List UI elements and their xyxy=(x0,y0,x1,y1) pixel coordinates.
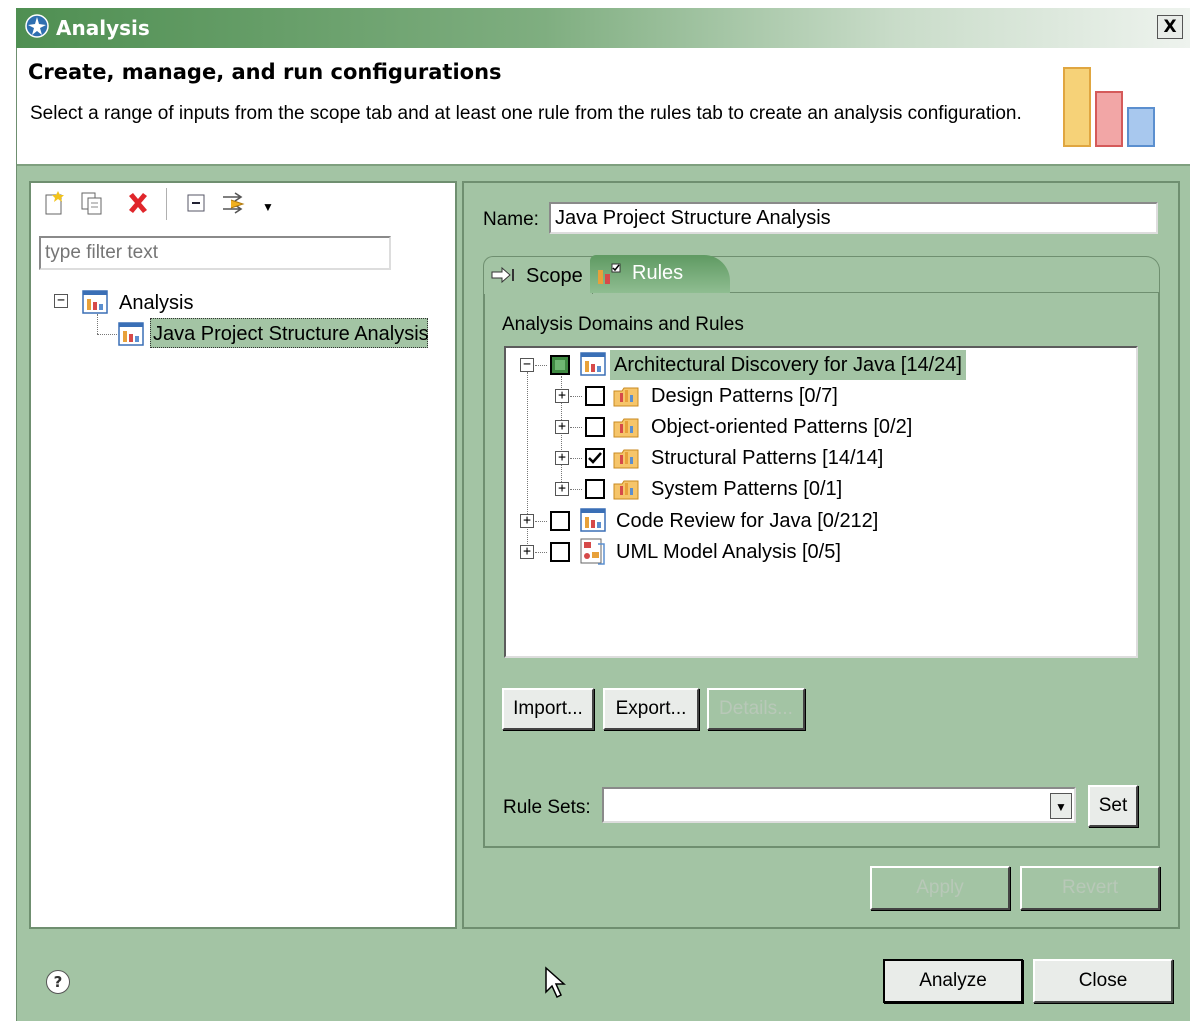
folder-category-icon xyxy=(612,383,642,415)
rule-architectural-discovery[interactable]: Architectural Discovery for Java [14/24] xyxy=(614,354,962,377)
rule-sets-combo[interactable] xyxy=(602,787,1076,823)
domain-icon xyxy=(580,508,606,538)
title-bar[interactable] xyxy=(16,8,1190,48)
tab-scope[interactable]: Scope xyxy=(483,256,593,294)
details-button[interactable]: Details... xyxy=(707,688,805,730)
tree-line xyxy=(570,427,582,428)
expand-design-patterns-toggle[interactable]: + xyxy=(555,389,569,403)
scope-arrow-icon xyxy=(490,265,516,291)
delete-icon[interactable] xyxy=(125,190,151,216)
code-review-checkbox[interactable] xyxy=(550,511,570,531)
tree-line xyxy=(570,489,582,490)
mouse-cursor-icon xyxy=(544,966,566,1006)
object-oriented-patterns-checkbox[interactable] xyxy=(585,417,605,437)
tree-item-java-project-structure-analysis[interactable]: Java Project Structure Analysis xyxy=(153,323,429,346)
rule-structural-patterns[interactable]: Structural Patterns [14/14] xyxy=(651,447,883,470)
expand-uml-model-analysis-toggle[interactable]: + xyxy=(520,545,534,559)
view-menu-icon[interactable]: ▼ xyxy=(262,200,274,214)
domain-icon xyxy=(580,352,606,382)
close-window-button[interactable]: X xyxy=(1157,15,1183,39)
analysis-type-icon xyxy=(82,290,108,320)
design-patterns-checkbox[interactable] xyxy=(585,386,605,406)
filter-input[interactable] xyxy=(39,236,391,270)
tree-line xyxy=(535,365,547,366)
analysis-app-icon xyxy=(24,13,50,39)
bar-chart-banner-icon xyxy=(1062,58,1162,150)
tab-scope-label: Scope xyxy=(526,265,583,287)
tree-line xyxy=(535,521,547,522)
apply-button[interactable]: Apply xyxy=(870,866,1010,910)
uml-model-analysis-checkbox[interactable] xyxy=(550,542,570,562)
name-label: Name: xyxy=(483,209,539,230)
rule-design-patterns[interactable]: Design Patterns [0/7] xyxy=(651,385,838,408)
tree-line xyxy=(97,334,117,335)
tab-strip-border xyxy=(700,256,1160,293)
configuration-icon xyxy=(118,322,144,352)
close-button[interactable]: Close xyxy=(1033,959,1173,1003)
import-button[interactable]: Import... xyxy=(502,688,594,730)
name-field[interactable] xyxy=(549,202,1158,234)
revert-button[interactable]: Revert xyxy=(1020,866,1160,910)
architectural-discovery-checkbox[interactable] xyxy=(550,355,570,375)
tree-line xyxy=(535,552,547,553)
set-button[interactable]: Set xyxy=(1088,785,1138,827)
folder-category-icon xyxy=(612,476,642,508)
toolbar-separator xyxy=(166,188,167,220)
folder-category-icon xyxy=(612,445,642,477)
collapse-architectural-discovery-toggle[interactable]: − xyxy=(520,358,534,372)
window-title: Analysis xyxy=(56,16,150,40)
help-icon[interactable]: ? xyxy=(46,970,70,994)
rule-uml-model-analysis[interactable]: UML Model Analysis [0/5] xyxy=(616,541,841,564)
expand-object-oriented-patterns-toggle[interactable]: + xyxy=(555,420,569,434)
banner-message: Select a range of inputs from the scope … xyxy=(30,103,1022,124)
analyze-button[interactable]: Analyze xyxy=(883,959,1023,1003)
analysis-domains-label: Analysis Domains and Rules xyxy=(502,314,744,335)
tree-line xyxy=(570,396,582,397)
banner-title: Create, manage, and run configurations xyxy=(28,60,502,84)
expand-code-review-toggle[interactable]: + xyxy=(520,514,534,528)
rule-sets-label: Rule Sets: xyxy=(503,797,591,818)
tree-line xyxy=(570,458,582,459)
collapse-analysis-toggle[interactable]: − xyxy=(54,294,68,308)
rule-object-oriented-patterns[interactable]: Object-oriented Patterns [0/2] xyxy=(651,416,912,439)
chevron-down-icon[interactable]: ▼ xyxy=(1050,793,1072,819)
export-button[interactable]: Export... xyxy=(603,688,699,730)
collapse-all-icon[interactable] xyxy=(184,190,210,216)
rule-code-review[interactable]: Code Review for Java [0/212] xyxy=(616,510,878,533)
tree-line xyxy=(97,314,98,334)
rules-icon xyxy=(596,262,622,292)
tab-rules-label: Rules xyxy=(632,262,684,284)
rule-system-patterns[interactable]: System Patterns [0/1] xyxy=(651,478,842,501)
uml-model-icon xyxy=(580,538,606,572)
duplicate-icon[interactable] xyxy=(79,190,105,216)
filter-icon[interactable] xyxy=(221,190,247,216)
tree-root-analysis[interactable]: Analysis xyxy=(119,292,193,315)
expand-system-patterns-toggle[interactable]: + xyxy=(555,482,569,496)
structural-patterns-checkbox[interactable] xyxy=(585,448,605,468)
expand-structural-patterns-toggle[interactable]: + xyxy=(555,451,569,465)
tab-rules[interactable]: Rules xyxy=(590,255,730,293)
folder-category-icon xyxy=(612,414,642,446)
system-patterns-checkbox[interactable] xyxy=(585,479,605,499)
new-configuration-icon[interactable] xyxy=(42,190,68,216)
